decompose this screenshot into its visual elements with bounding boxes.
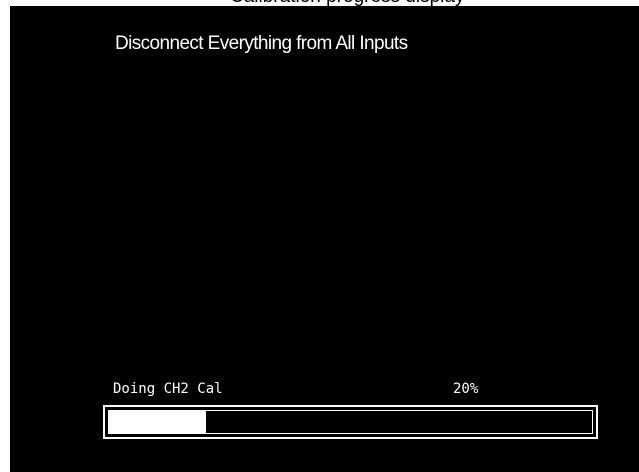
oscilloscope-calibration-screen: Disconnect Everything from All Inputs Do… bbox=[10, 6, 639, 472]
progress-bar-track bbox=[109, 411, 592, 433]
instruction-title: Disconnect Everything from All Inputs bbox=[115, 33, 408, 54]
progress-bar-fill bbox=[109, 411, 206, 433]
calibration-percent-label: 20% bbox=[453, 381, 479, 397]
calibration-progress-bar bbox=[103, 405, 598, 439]
calibration-status-label: Doing CH2 Cal bbox=[113, 381, 223, 397]
